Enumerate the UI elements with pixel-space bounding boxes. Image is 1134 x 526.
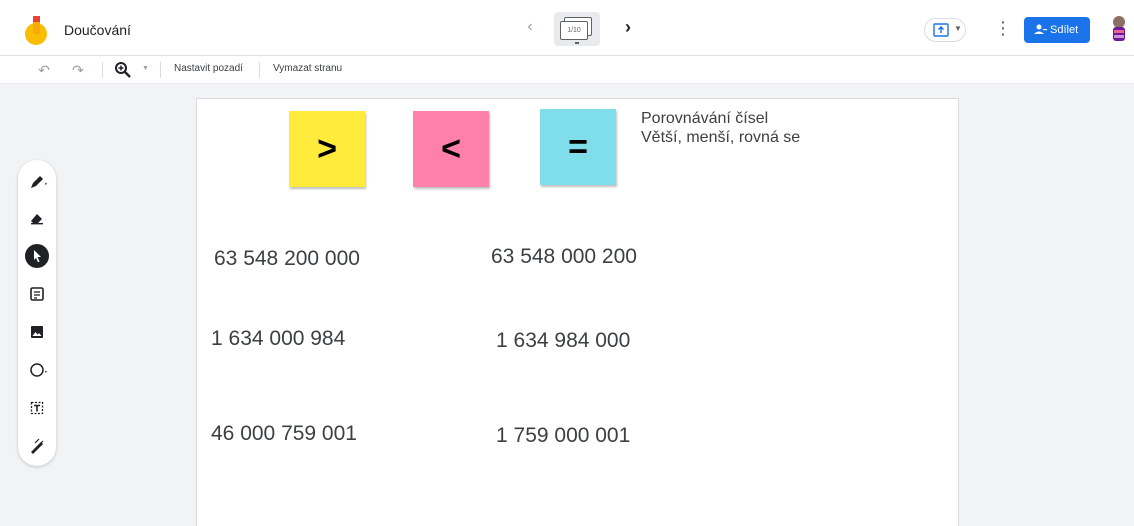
undo-icon[interactable]: ↶: [36, 62, 52, 78]
image-icon: [31, 326, 43, 338]
pen-tool[interactable]: ▸: [25, 170, 49, 194]
pen-icon: [31, 176, 43, 188]
present-button[interactable]: ▼: [924, 18, 966, 42]
set-background-button[interactable]: Nastavit pozadí: [174, 63, 243, 74]
zoom-in-icon[interactable]: [114, 61, 132, 79]
number-right-2[interactable]: 1 634 984 000: [496, 329, 630, 353]
select-arrow-icon: [34, 250, 41, 263]
clear-page-button[interactable]: Vymazat stranu: [273, 63, 342, 74]
frame-indicator: 1/10: [560, 21, 588, 40]
sticky-symbol: =: [568, 128, 588, 166]
sticky-note-tool[interactable]: [25, 282, 49, 306]
frame-bar-button[interactable]: 1/10: [554, 12, 600, 46]
laser-tool[interactable]: [25, 434, 49, 458]
text-box-tool[interactable]: [25, 396, 49, 420]
sticky-symbol: >: [317, 130, 337, 168]
sticky-note-less[interactable]: <: [413, 111, 489, 187]
number-right-1[interactable]: 63 548 000 200: [491, 245, 637, 269]
jam-frame-canvas[interactable]: > < = Porovnávání čísel Větší, menší, ro…: [196, 98, 959, 526]
avatar[interactable]: [1108, 14, 1130, 44]
top-app-bar: Doučování ‹ 1/10 › ▼ ⋮ Sdílet: [0, 0, 1134, 56]
caret-down-icon: ▼: [954, 24, 962, 33]
title-text-box[interactable]: Porovnávání čísel Větší, menší, rovná se: [641, 109, 800, 147]
select-tool[interactable]: [25, 244, 49, 268]
jamboard-logo-icon: [24, 16, 50, 46]
chevron-right-icon[interactable]: ›: [618, 17, 638, 37]
text-box-icon: [30, 401, 44, 415]
title-line-2: Větší, menší, rovná se: [641, 129, 801, 146]
edit-toolbar: ↶ ↷ ▼ Nastavit pozadí Vymazat stranu: [0, 56, 1134, 84]
more-vert-icon[interactable]: ⋮: [994, 16, 1012, 40]
sticky-note-icon: [30, 287, 44, 301]
eraser-icon: [31, 214, 43, 225]
sticky-note-equal[interactable]: =: [540, 109, 616, 185]
number-left-2[interactable]: 1 634 000 984: [211, 327, 345, 351]
document-title[interactable]: Doučování: [64, 22, 131, 38]
laser-pointer-icon: [31, 438, 44, 454]
title-line-1: Porovnávání čísel: [641, 110, 769, 127]
present-icon: [933, 23, 949, 37]
eraser-tool[interactable]: [25, 206, 49, 230]
share-button[interactable]: Sdílet: [1024, 17, 1090, 43]
number-left-3[interactable]: 46 000 759 001: [211, 422, 357, 446]
number-left-1[interactable]: 63 548 200 000: [214, 247, 360, 271]
person-add-icon: [1034, 24, 1047, 34]
redo-icon[interactable]: ↷: [70, 62, 86, 78]
image-tool[interactable]: [25, 320, 49, 344]
sticky-note-greater[interactable]: >: [289, 111, 365, 187]
chevron-left-icon[interactable]: ‹: [520, 17, 540, 37]
number-right-3[interactable]: 1 759 000 001: [496, 424, 630, 448]
share-button-label: Sdílet: [1050, 24, 1079, 36]
tool-palette: ▸ ▸: [18, 160, 56, 466]
sticky-symbol: <: [441, 130, 461, 168]
shape-tool[interactable]: ▸: [25, 358, 49, 382]
zoom-caret-icon[interactable]: ▼: [142, 65, 149, 72]
circle-shape-icon: [30, 363, 44, 377]
